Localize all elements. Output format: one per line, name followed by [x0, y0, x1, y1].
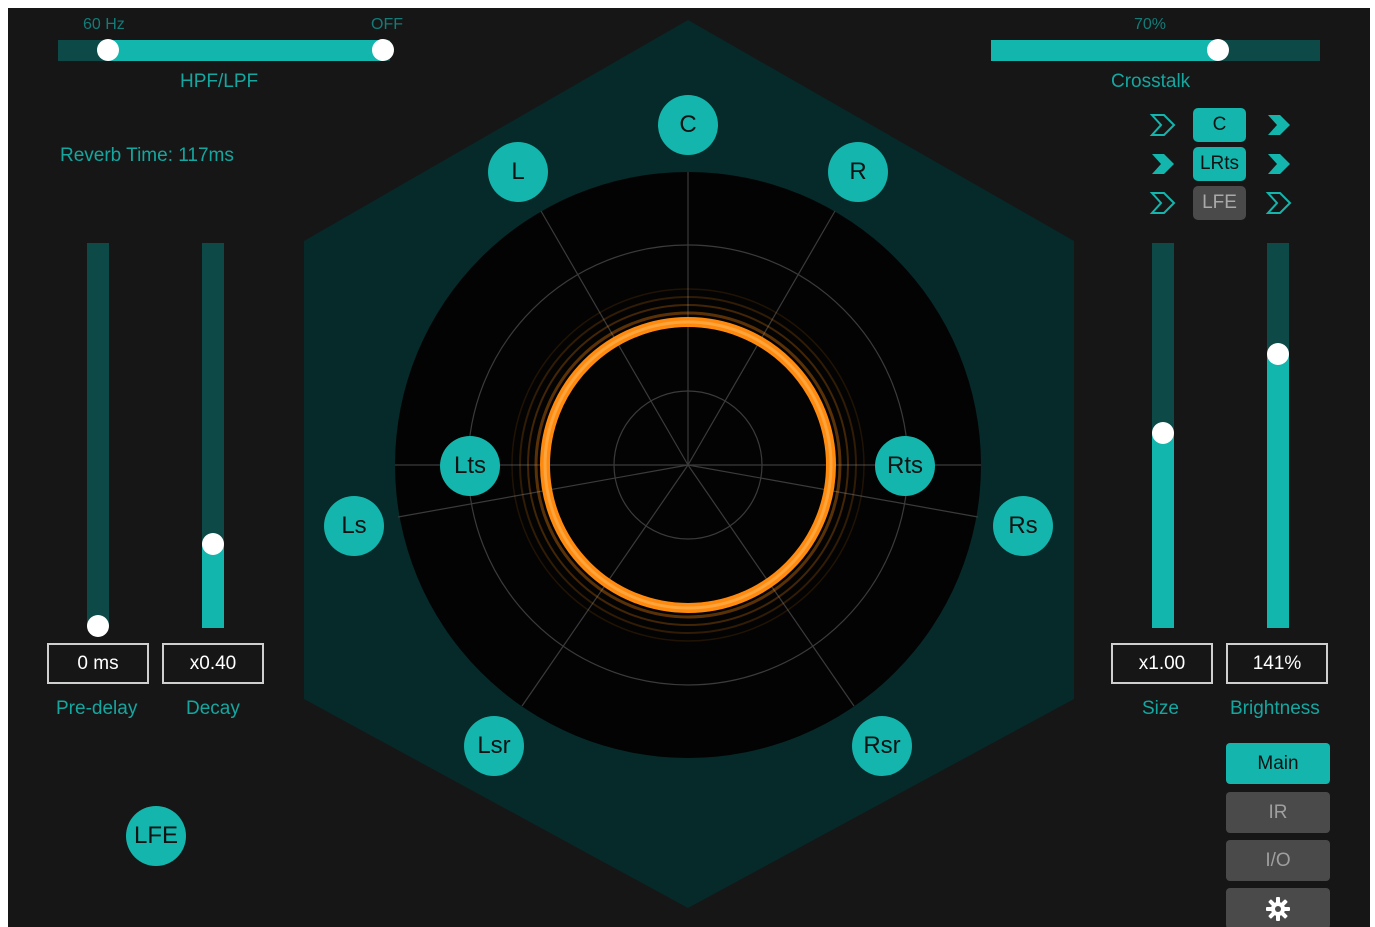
brightness-handle[interactable] — [1267, 343, 1289, 365]
route-lrts-button[interactable]: LRts — [1193, 147, 1246, 181]
speaker-lts[interactable]: Lts — [440, 436, 500, 496]
decay-handle[interactable] — [202, 533, 224, 555]
io-tab-button[interactable]: I/O — [1226, 840, 1330, 881]
gear-icon — [1266, 896, 1290, 921]
predelay-slider[interactable] — [87, 243, 109, 628]
chevron-right-filled-icon[interactable] — [1265, 113, 1293, 137]
size-value[interactable]: x1.00 — [1111, 643, 1213, 684]
chevron-right-outline-icon[interactable] — [1149, 113, 1177, 137]
speaker-ls[interactable]: Ls — [324, 496, 384, 556]
speaker-r[interactable]: R — [828, 142, 888, 202]
brightness-label: Brightness — [1230, 698, 1320, 719]
crosstalk-handle[interactable] — [1207, 39, 1229, 61]
size-handle[interactable] — [1152, 422, 1174, 444]
route-lfe-button[interactable]: LFE — [1193, 186, 1246, 220]
speaker-lsr[interactable]: Lsr — [464, 716, 524, 776]
speaker-l[interactable]: L — [488, 142, 548, 202]
settings-button[interactable] — [1226, 888, 1330, 927]
predelay-handle[interactable] — [87, 615, 109, 637]
hpf-value: 60 Hz — [83, 16, 125, 33]
decay-value[interactable]: x0.40 — [162, 643, 264, 684]
reverb-time-readout: Reverb Time: 117ms — [60, 145, 234, 166]
reverb-plugin-window: 60 Hz OFF HPF/LPF Reverb Time: 117ms 0 m… — [8, 8, 1370, 927]
chevron-right-outline-icon[interactable] — [1265, 191, 1293, 215]
speaker-rts[interactable]: Rts — [875, 436, 935, 496]
decay-fill — [202, 544, 224, 628]
brightness-value[interactable]: 141% — [1226, 643, 1328, 684]
size-fill — [1152, 433, 1174, 628]
route-c-button[interactable]: C — [1193, 108, 1246, 142]
ir-tab-button[interactable]: IR — [1226, 792, 1330, 833]
brightness-fill — [1267, 354, 1289, 628]
size-label: Size — [1142, 698, 1179, 719]
crosstalk-label: Crosstalk — [1111, 71, 1191, 92]
predelay-value[interactable]: 0 ms — [47, 643, 149, 684]
chevron-right-filled-icon[interactable] — [1149, 152, 1177, 176]
hpf-lpf-range — [108, 40, 383, 61]
crosstalk-fill — [991, 40, 1218, 61]
predelay-label: Pre-delay — [56, 698, 138, 719]
speaker-c[interactable]: C — [658, 95, 718, 155]
speaker-lfe[interactable]: LFE — [126, 806, 186, 866]
chevron-right-filled-icon[interactable] — [1265, 152, 1293, 176]
hpf-handle[interactable] — [97, 39, 119, 61]
hpf-lpf-label: HPF/LPF — [180, 71, 259, 92]
main-tab-button[interactable]: Main — [1226, 743, 1330, 784]
lpf-handle[interactable] — [372, 39, 394, 61]
speaker-rsr[interactable]: Rsr — [852, 716, 912, 776]
crosstalk-value: 70% — [1134, 16, 1167, 33]
decay-label: Decay — [186, 698, 240, 719]
speaker-rs[interactable]: Rs — [993, 496, 1053, 556]
chevron-right-outline-icon[interactable] — [1149, 191, 1177, 215]
lpf-value: OFF — [371, 16, 403, 33]
